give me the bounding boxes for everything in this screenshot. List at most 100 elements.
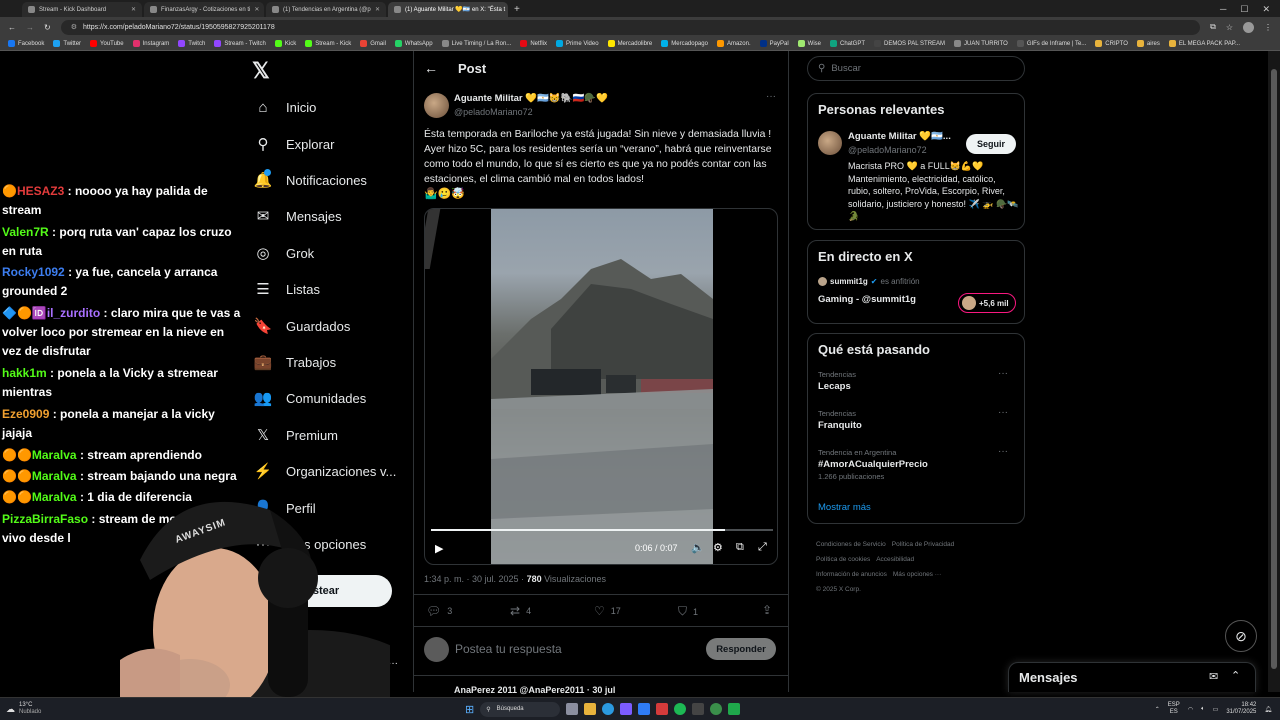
browser-tab[interactable]: (1) Tendencias en Argentina (@p ✕ — [266, 2, 386, 17]
bookmark-item[interactable]: YouTube — [90, 40, 124, 47]
show-more-link[interactable]: Mostrar más — [818, 502, 871, 513]
trend-item[interactable]: Tendencia en Argentina #AmorACualquierPre… — [818, 446, 1018, 481]
play-icon[interactable]: ▶ — [435, 542, 443, 555]
tab-close-icon[interactable]: ✕ — [131, 6, 136, 13]
star-icon[interactable]: ☆ — [1226, 23, 1233, 32]
footer-link[interactable]: Accesibilidad — [876, 556, 914, 563]
follow-button[interactable]: Seguir — [966, 134, 1016, 154]
grok-floating-icon[interactable]: ⊘ — [1225, 620, 1257, 652]
back-arrow-icon[interactable]: ← — [424, 60, 438, 76]
trend-item[interactable]: Tendencias Lecaps ··· — [818, 368, 1018, 394]
bookmark-item[interactable]: Kick — [274, 40, 296, 47]
avatar[interactable] — [818, 131, 842, 155]
footer-link[interactable]: Condiciones de Servicio — [816, 541, 886, 548]
search-box[interactable]: ⚲ Buscar — [807, 56, 1025, 81]
share-icon[interactable]: ⇪ — [762, 603, 772, 617]
footer-link[interactable]: Más opciones ··· — [893, 571, 941, 578]
clock[interactable]: 18:42 31/07/2025 — [1226, 702, 1256, 716]
live-name[interactable]: Gaming - @summit1g — [818, 294, 916, 305]
bookmark-item[interactable]: PayPal — [759, 40, 789, 47]
bookmark-item[interactable]: Live Timing / La Ron... — [441, 40, 511, 47]
bookmark-item[interactable]: Gmail — [360, 40, 386, 47]
browser-tab[interactable]: (1) Aguante Militar 💛🇦🇷 en X: "Ésta t✕ — [388, 2, 508, 17]
extensions-icon[interactable]: ⧉ — [1210, 22, 1216, 32]
volume-icon[interactable]: 🔈 — [691, 541, 705, 554]
bookmark-item[interactable]: Facebook — [8, 40, 44, 47]
taskbar-search[interactable]: ⚲ Búsqueda — [480, 701, 561, 717]
tweet-timestamp[interactable]: 1:34 p. m. · 30 jul. 2025 · — [424, 574, 527, 584]
author-avatar[interactable] — [424, 93, 449, 118]
browser-tab[interactable]: Stream - Kick Dashboard ✕ — [22, 2, 142, 17]
bookmark-item[interactable]: Instagram — [132, 40, 169, 47]
pip-icon[interactable]: ⧉ — [736, 541, 744, 554]
live-host[interactable]: summit1g ✔ es anfitrión — [818, 277, 920, 286]
bookmark-item[interactable]: Stream - Twitch — [214, 40, 266, 47]
language-indicator[interactable]: ESP ES — [1168, 702, 1180, 716]
wifi-icon[interactable]: ◠ — [1188, 706, 1193, 713]
bookmark-item[interactable]: ChatGPT — [830, 40, 865, 47]
fullscreen-icon[interactable]: ⤢ — [758, 541, 767, 554]
bookmark-item[interactable]: DEMOS PAL STREAM — [874, 40, 945, 47]
trend-more-icon[interactable]: ··· — [998, 446, 1008, 457]
nav-item-comunidades[interactable]: 👥 Comunidades — [254, 389, 367, 407]
chrome-icon[interactable] — [710, 703, 723, 715]
bookmark-item[interactable]: JUAN TURRITO — [954, 40, 1008, 47]
nav-item-inicio[interactable]: ⌂ Inicio — [254, 98, 316, 116]
new-message-icon[interactable]: ✉ — [1209, 670, 1218, 683]
url-field[interactable]: ⚙ https://x.com/peladoMariano72/status/1… — [60, 19, 1201, 35]
battery-icon[interactable]: ▭ — [1213, 706, 1219, 713]
reply-button[interactable]: Responder — [706, 638, 776, 660]
bookmark-item[interactable]: Mercadolibre — [607, 40, 652, 47]
file-explorer-icon[interactable] — [584, 703, 597, 715]
weather-widget[interactable]: ☁ 13°C Nublado — [0, 702, 120, 716]
author-handle[interactable]: @peladoMariano72 — [454, 107, 533, 117]
nav-item-organizaciones-v[interactable]: ⚡ Organizaciones v... — [254, 462, 397, 480]
bookmark-item[interactable]: Prime Video — [555, 40, 599, 47]
bookmark-item[interactable]: CRIPTO — [1095, 40, 1128, 47]
tray-chevron-icon[interactable]: ⌃ — [1155, 706, 1160, 713]
trend-more-icon[interactable]: ··· — [998, 407, 1008, 418]
search-input[interactable]: Buscar — [831, 63, 861, 74]
profile-avatar-icon[interactable] — [1243, 21, 1254, 33]
bookmark-item[interactable]: Stream - Kick — [305, 40, 351, 47]
app-icon[interactable] — [692, 703, 705, 715]
nav-item-trabajos[interactable]: 💼 Trabajos — [254, 353, 336, 371]
site-info-icon[interactable]: ⚙ — [71, 23, 77, 31]
messages-drawer[interactable]: Mensajes ✉ ⌃ — [1008, 662, 1256, 692]
notifications-icon[interactable]: 🔔︎ — [1264, 706, 1272, 713]
scrollbar-thumb[interactable] — [1271, 69, 1277, 669]
nav-item-listas[interactable]: ☰ Listas — [254, 280, 320, 298]
repost-action[interactable]: ⇄ 4 — [510, 604, 531, 618]
bookmark-item[interactable]: EL MEGA PACK PAP... — [1168, 40, 1240, 47]
bookmark-item[interactable]: Amazon. — [716, 40, 751, 47]
back-nav-icon[interactable]: ← — [8, 23, 16, 32]
spotify-icon[interactable] — [674, 703, 687, 715]
live-listeners-badge[interactable]: +5,6 mil — [958, 293, 1016, 313]
app-icon[interactable] — [656, 703, 669, 715]
windows-start-icon[interactable]: ⊞ — [465, 703, 474, 716]
reload-icon[interactable]: ↻ — [44, 23, 51, 32]
nav-item-grok[interactable]: ◎ Grok — [254, 244, 314, 262]
speaker-icon[interactable]: 🔈︎ — [1201, 706, 1205, 713]
person-name[interactable]: Aguante Militar 💛🇦🇷... — [848, 131, 951, 142]
person-handle[interactable]: @peladoMariano72 — [848, 145, 927, 155]
browser-menu-icon[interactable]: ⋮ — [1264, 23, 1272, 32]
footer-link[interactable]: Política de cookies — [816, 556, 870, 563]
taskview-icon[interactable] — [566, 703, 579, 715]
trend-item[interactable]: Tendencias Franquito ··· — [818, 407, 1018, 433]
bookmark-item[interactable]: Mercadopago — [661, 40, 708, 47]
x-logo-icon[interactable]: 𝕏 — [252, 58, 270, 84]
tweet-more-icon[interactable]: ··· — [766, 91, 776, 102]
bookmark-item[interactable]: Twitch — [178, 40, 205, 47]
nav-item-mensajes[interactable]: ✉ Mensajes — [254, 207, 342, 225]
footer-link[interactable]: Información de anuncios — [816, 571, 887, 578]
author-name[interactable]: Aguante Militar 💛🇦🇷😸🐘🇷🇺🪖💛 — [454, 93, 608, 104]
bookmark-item[interactable]: aires — [1136, 40, 1160, 47]
bookmark-item[interactable]: Twitter — [53, 40, 81, 47]
nav-item-premium[interactable]: 𝕏 Premium — [254, 426, 338, 444]
settings-icon[interactable]: ⚙ — [713, 541, 723, 554]
bookmark-item[interactable]: WhatsApp — [394, 40, 433, 47]
nav-item-explorar[interactable]: ⚲ Explorar — [254, 135, 335, 153]
minimize-icon[interactable]: ─ — [1220, 2, 1226, 17]
reply-action[interactable]: 💬︎ 3 — [426, 604, 452, 618]
